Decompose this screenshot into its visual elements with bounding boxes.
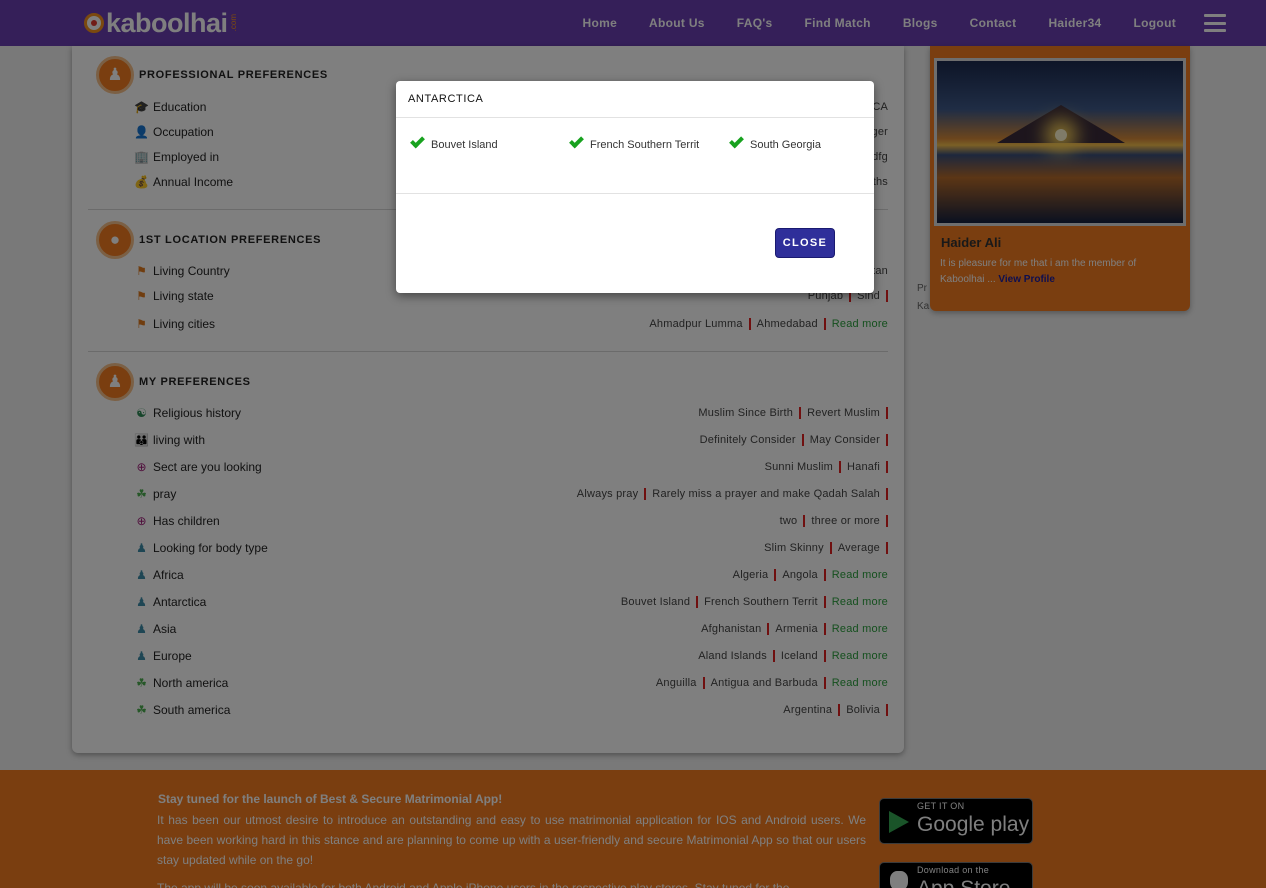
modal-item-label: South Georgia <box>750 139 821 151</box>
modal-item: South Georgia <box>727 133 877 158</box>
antarctica-modal: ANTARCTICA Bouvet Island French Southern… <box>396 81 874 293</box>
modal-title: ANTARCTICA <box>408 93 484 105</box>
modal-divider <box>396 193 874 194</box>
modal-item: French Southern Territ <box>567 133 717 158</box>
modal-divider <box>396 117 874 118</box>
checkmark-icon <box>569 133 584 149</box>
modal-item: Bouvet Island <box>408 133 558 158</box>
close-button[interactable]: CLOSE <box>776 229 834 257</box>
checkmark-icon <box>410 133 425 149</box>
modal-item-label: Bouvet Island <box>431 139 498 151</box>
modal-item-label: French Southern Territ <box>590 139 700 151</box>
checkmark-icon <box>729 133 744 149</box>
